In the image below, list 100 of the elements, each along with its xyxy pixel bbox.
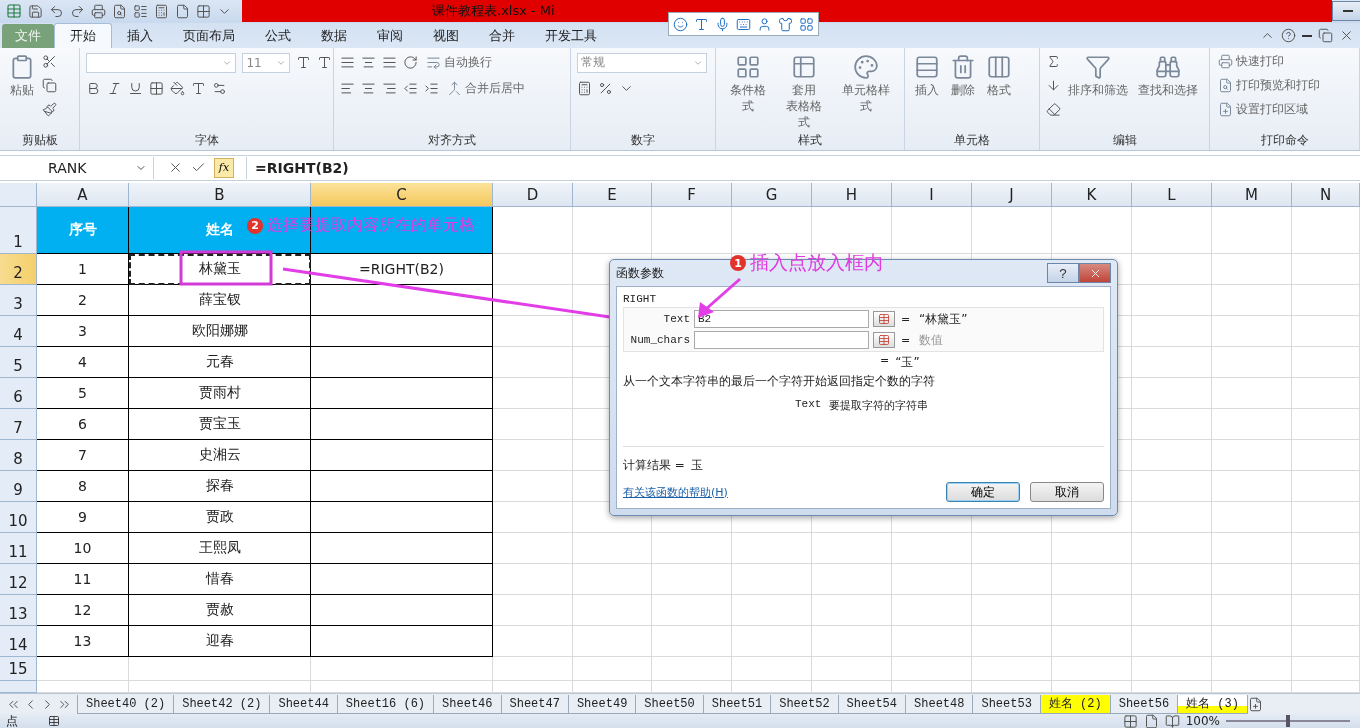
row-header[interactable]: 7 [0, 409, 37, 440]
underline-icon [128, 81, 144, 97]
empty-cell[interactable] [311, 378, 493, 409]
empty-cell[interactable] [311, 502, 493, 533]
formula-field[interactable]: =RIGHT(B2) [246, 156, 1360, 179]
align-left-icon [340, 81, 356, 97]
column-header[interactable]: A [37, 183, 129, 207]
table-cell: 惜春 [129, 564, 311, 595]
ribbon-tab[interactable]: 开始 [54, 22, 112, 48]
cell-style-button[interactable]: 单元格样式 [834, 51, 899, 116]
format-button[interactable]: 格式 [983, 51, 1016, 100]
select-all-button[interactable] [0, 183, 37, 207]
row-header[interactable]: 9 [0, 471, 37, 502]
insert-function-button[interactable]: fx [214, 157, 234, 178]
paste-button[interactable]: 粘贴 [6, 51, 38, 100]
help-link[interactable]: 有关该函数的帮助(H) [623, 484, 728, 500]
print-preview-button[interactable]: 打印预览和打印 [1216, 75, 1323, 96]
column-header[interactable]: N [1292, 183, 1360, 207]
row-header[interactable]: 13 [0, 595, 37, 626]
column-header[interactable]: E [573, 183, 652, 207]
column-header[interactable]: J [972, 183, 1052, 207]
quick-print-button[interactable]: 快速打印 [1216, 51, 1323, 72]
merge-button[interactable]: 合并后居中 [445, 78, 528, 99]
list-icon [133, 3, 148, 19]
empty-cell[interactable] [311, 409, 493, 440]
empty-cell[interactable] [311, 471, 493, 502]
table-cell: 贾赦 [129, 595, 311, 626]
empty-cell[interactable] [311, 316, 493, 347]
print-area-button[interactable]: 设置打印区域 [1216, 99, 1323, 120]
font-size-field[interactable]: 11 [242, 52, 291, 73]
ribbon-tab[interactable]: 开发工具 [530, 23, 612, 48]
empty-cell[interactable] [311, 564, 493, 595]
row-header[interactable]: 10 [0, 502, 37, 533]
function-name: RIGHT [623, 293, 657, 305]
dialog-button[interactable]: 取消 [1030, 482, 1104, 502]
ribbon-tab[interactable]: 插入 [112, 23, 168, 48]
row-header[interactable]: 11 [0, 533, 37, 564]
ribbon-tab[interactable]: 合并 [474, 23, 530, 48]
column-header[interactable]: I [892, 183, 972, 207]
table-cell: 11 [37, 564, 129, 595]
row-header[interactable]: 12 [0, 564, 37, 595]
empty-cell[interactable] [311, 285, 493, 316]
number-format-field[interactable]: 常规 [576, 52, 707, 73]
row-header[interactable]: 2 [0, 254, 37, 285]
column-header[interactable]: B [129, 183, 311, 207]
empty-cell[interactable] [311, 626, 493, 657]
column-header[interactable]: H [812, 183, 892, 207]
group-label: 对齐方式 [427, 131, 478, 149]
sort-filter-button[interactable]: 排序和筛选 [1065, 51, 1132, 100]
row-header[interactable]: 14 [0, 626, 37, 657]
result-label: 计算结果 = [623, 457, 685, 474]
result-value: 玉 [690, 457, 703, 474]
row-header[interactable]: 8 [0, 440, 37, 471]
column-header[interactable]: F [652, 183, 732, 207]
empty-cell[interactable] [311, 533, 493, 564]
smile-icon [673, 16, 688, 32]
row-header[interactable] [0, 681, 37, 693]
column-header[interactable]: C [311, 183, 493, 207]
collapse-dialog-button[interactable] [873, 332, 895, 348]
table-format-button[interactable]: 套用 表格格式 [778, 51, 831, 132]
column-header[interactable]: L [1132, 183, 1212, 207]
row-header[interactable]: 15 [0, 657, 37, 681]
fill-down-icon [1046, 78, 1062, 94]
zoom-thumb[interactable] [1286, 715, 1290, 727]
row-header[interactable]: 5 [0, 347, 37, 378]
range-picker-icon [878, 334, 890, 346]
delete-button[interactable]: 删除 [947, 51, 980, 100]
collapse-dialog-button[interactable] [873, 311, 895, 327]
name-box[interactable]: RANK [0, 156, 154, 179]
insert-button[interactable]: 插入 [911, 51, 944, 100]
row-header[interactable]: 6 [0, 378, 37, 409]
column-header[interactable]: D [493, 183, 573, 207]
ribbon-tab[interactable]: 数据 [306, 23, 362, 48]
ribbon-tab[interactable]: 审阅 [362, 23, 418, 48]
ribbon-tab[interactable]: 视图 [418, 23, 474, 48]
find-select-button[interactable]: 查找和选择 [1135, 51, 1202, 100]
empty-cell[interactable] [311, 595, 493, 626]
dialog-button[interactable]: 确定 [946, 482, 1020, 502]
empty-cell[interactable] [311, 347, 493, 378]
column-header[interactable]: K [1052, 183, 1132, 207]
argument-field[interactable] [694, 331, 869, 349]
empty-cell[interactable] [311, 440, 493, 471]
save-icon [28, 3, 43, 19]
font-name-field[interactable] [86, 52, 237, 73]
row-header[interactable]: 3 [0, 285, 37, 316]
row-header[interactable]: 1 [0, 207, 37, 254]
header-cell: 序号 [37, 207, 129, 254]
table-cell: 贾宝玉 [129, 409, 311, 440]
wrap-text-button[interactable]: 自动换行 [424, 52, 495, 73]
ribbon-tab[interactable]: 页面布局 [168, 23, 250, 48]
sheet-tab[interactable]: 姓名 (2) [1039, 694, 1111, 714]
ribbon-tab[interactable]: 公式 [250, 23, 306, 48]
conditional-format-button[interactable]: 条件格式 [721, 51, 774, 116]
column-header[interactable]: M [1212, 183, 1292, 207]
row-header[interactable]: 4 [0, 316, 37, 347]
help-button[interactable]: ? [1047, 263, 1079, 283]
minimize-button[interactable] [1332, 1, 1360, 22]
sheet-tab[interactable]: Sheet40 (2) [77, 694, 175, 714]
column-header[interactable]: G [732, 183, 812, 207]
grid-icon [734, 53, 761, 80]
